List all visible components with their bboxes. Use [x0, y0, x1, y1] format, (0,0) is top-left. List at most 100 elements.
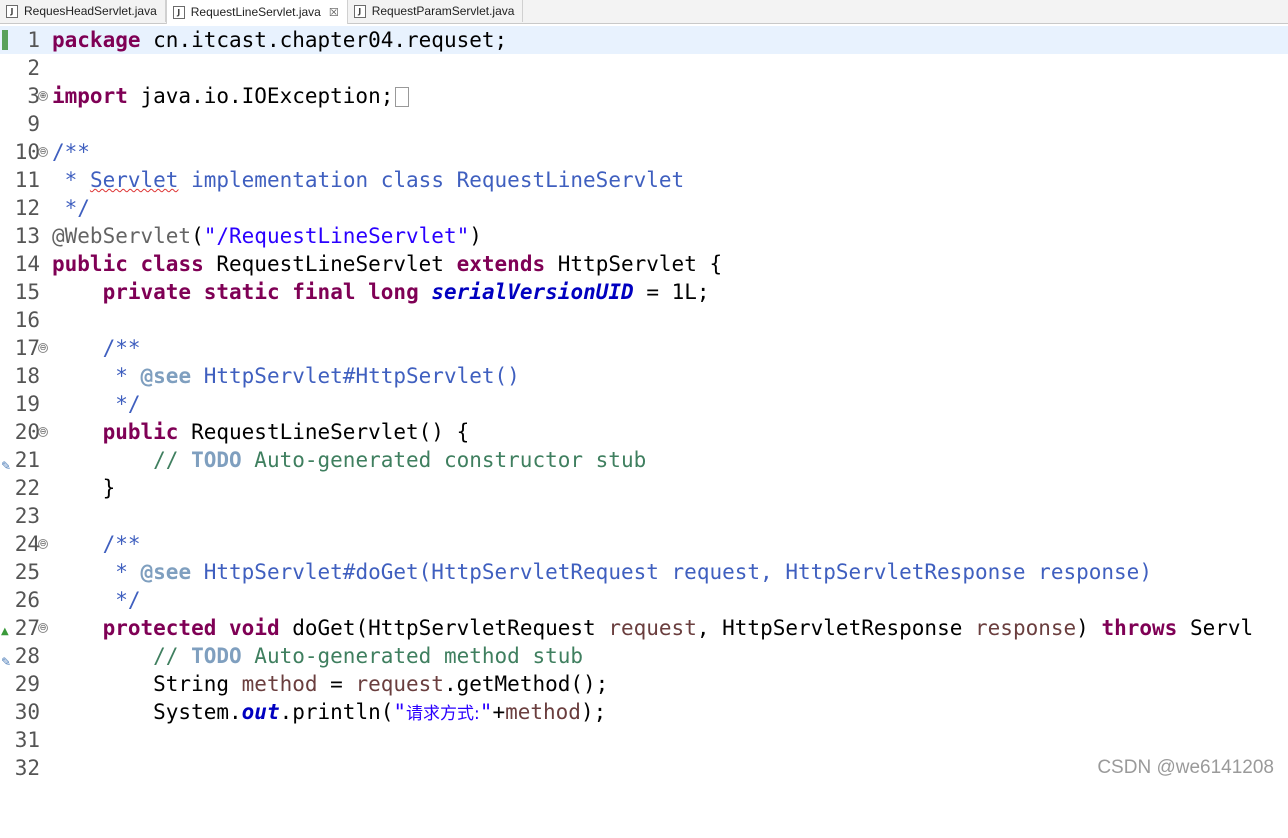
keyword: private — [102, 280, 192, 304]
code-line[interactable]: 29 String method = request.getMethod(); — [0, 670, 1288, 698]
keyword: extends — [456, 252, 546, 276]
line-number: 21 — [14, 448, 40, 472]
code-line[interactable]: 15 private static final long serialVersi… — [0, 278, 1288, 306]
line-number: 15 — [14, 280, 40, 304]
keyword: import — [52, 84, 128, 108]
code-text: HttpServlet { — [545, 252, 723, 276]
collapsed-imports-icon[interactable] — [395, 87, 410, 107]
javadoc: /** — [52, 532, 141, 556]
code-text: java.io.IOException; — [127, 84, 394, 108]
fold-collapse-icon[interactable]: ⊖ — [38, 147, 48, 157]
annotation: @WebServlet — [52, 224, 192, 248]
javadoc: * — [52, 364, 141, 388]
code-text: System. — [52, 700, 242, 724]
code-line[interactable]: 30 System.out.println("请求方式:"+method); — [0, 698, 1288, 726]
code-line[interactable]: ▲ 27 ⊖ protected void doGet(HttpServletR… — [0, 614, 1288, 642]
code-line[interactable]: 25 * @see HttpServlet#doGet(HttpServletR… — [0, 558, 1288, 586]
code-line[interactable]: 18 * @see HttpServlet#HttpServlet() — [0, 362, 1288, 390]
javadoc: implementation class RequestLineServlet — [178, 168, 685, 192]
code-line[interactable]: 2 — [0, 54, 1288, 82]
keyword: void — [229, 616, 280, 640]
local-variable: method — [505, 700, 581, 724]
line-number: 19 — [14, 392, 40, 416]
code-line[interactable]: 31 — [0, 726, 1288, 754]
code-line[interactable]: 16 — [0, 306, 1288, 334]
tab-requesheadservlet[interactable]: J RequesHeadServlet.java — [0, 0, 166, 22]
code-editor[interactable]: 1 package cn.itcast.chapter04.requset; 2… — [0, 24, 1288, 785]
todo-tag: TODO — [191, 644, 242, 668]
code-line[interactable]: 1 package cn.itcast.chapter04.requset; — [0, 26, 1288, 54]
line-number: 16 — [14, 308, 40, 332]
code-text: RequestLineServlet() { — [178, 420, 470, 444]
tab-requestparamservlet[interactable]: J RequestParamServlet.java — [348, 0, 524, 22]
code-line[interactable]: 24 ⊖ /** — [0, 530, 1288, 558]
code-line[interactable]: 22 } — [0, 474, 1288, 502]
code-line[interactable]: ✎ 28 // TODO Auto-generated method stub — [0, 642, 1288, 670]
tab-label: RequestParamServlet.java — [371, 4, 515, 18]
line-number: 28 — [14, 644, 40, 668]
line-number: 1 — [27, 28, 40, 52]
code-line[interactable]: 20 ⊖ public RequestLineServlet() { — [0, 418, 1288, 446]
keyword: public — [102, 420, 179, 444]
code-text: String — [52, 672, 242, 696]
parameter: request — [355, 672, 444, 696]
code-line[interactable]: 26 */ — [0, 586, 1288, 614]
close-icon[interactable]: ☒ — [329, 6, 339, 19]
javadoc: /** — [52, 140, 90, 164]
string-literal: "/RequestLineServlet" — [203, 224, 470, 248]
keyword: public — [52, 252, 128, 276]
fold-collapse-icon[interactable]: ⊖ — [38, 539, 48, 549]
code-text: ); — [580, 700, 607, 724]
code-line[interactable]: 19 */ — [0, 390, 1288, 418]
javadoc: */ — [52, 196, 90, 220]
keyword: final — [292, 280, 356, 304]
line-number: 17 — [14, 336, 40, 360]
code-text: ) — [469, 224, 482, 248]
code-text: , HttpServletResponse — [696, 616, 976, 640]
code-line[interactable]: 11 * Servlet implementation class Reques… — [0, 166, 1288, 194]
line-number: 10 — [14, 140, 40, 164]
code-line[interactable]: 14 public class RequestLineServlet exten… — [0, 250, 1288, 278]
code-line[interactable]: 9 — [0, 110, 1288, 138]
javadoc: */ — [52, 392, 141, 416]
keyword: package — [52, 28, 141, 52]
tab-requestlineservlet[interactable]: J RequestLineServlet.java ☒ — [165, 0, 348, 24]
keyword: long — [368, 280, 419, 304]
fold-expand-icon[interactable]: ⊕ — [38, 91, 48, 101]
fold-collapse-icon[interactable]: ⊖ — [38, 623, 48, 633]
code-line[interactable]: ✎ 21 // TODO Auto-generated constructor … — [0, 446, 1288, 474]
line-number: 20 — [14, 420, 40, 444]
code-text: ( — [191, 224, 204, 248]
parameter: response — [975, 616, 1077, 640]
line-number: 24 — [14, 532, 40, 556]
line-number: 31 — [14, 728, 40, 752]
line-number: 9 — [27, 112, 40, 136]
code-line[interactable]: 32 — [0, 754, 1288, 782]
fold-collapse-icon[interactable]: ⊖ — [38, 427, 48, 437]
code-line[interactable]: 3 ⊕ import java.io.IOException; — [0, 82, 1288, 110]
code-line[interactable]: 13 @WebServlet("/RequestLineServlet") — [0, 222, 1288, 250]
code-line[interactable]: 10 ⊖ /** — [0, 138, 1288, 166]
line-number: 27 — [14, 616, 40, 640]
javadoc-tag: @see — [140, 560, 192, 584]
local-variable: method — [241, 672, 318, 696]
fold-collapse-icon[interactable]: ⊖ — [38, 343, 48, 353]
line-number: 30 — [14, 700, 40, 724]
code-text: + — [492, 700, 506, 724]
code-line[interactable]: 12 */ — [0, 194, 1288, 222]
code-line[interactable]: 23 — [0, 502, 1288, 530]
line-number: 18 — [14, 364, 40, 388]
static-field: serialVersionUID — [431, 280, 634, 304]
string-literal: " — [393, 700, 407, 724]
java-file-icon: J — [353, 4, 366, 18]
javadoc: HttpServlet#HttpServlet() — [191, 364, 520, 388]
comment: // — [52, 644, 192, 668]
todo-tag: TODO — [191, 448, 242, 472]
code-line[interactable]: 17 ⊖ /** — [0, 334, 1288, 362]
code-text: RequestLineServlet — [203, 252, 457, 276]
